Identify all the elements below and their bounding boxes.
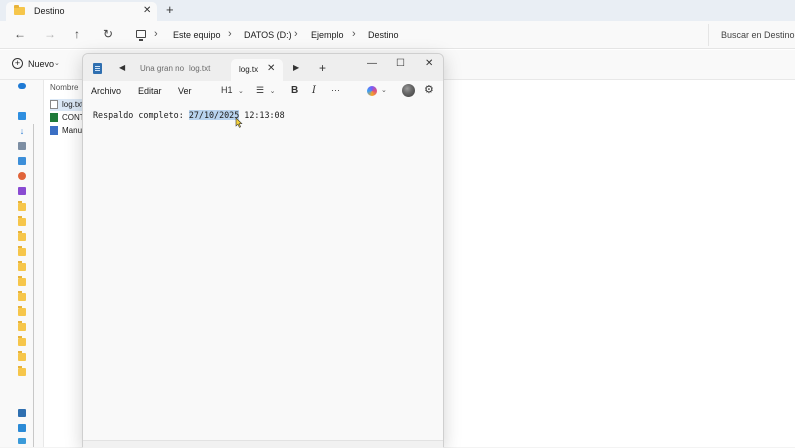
- explorer-tab-bar: Destino ✕ +: [0, 0, 795, 21]
- downloads-icon[interactable]: ↓: [18, 127, 26, 136]
- music-icon[interactable]: [18, 172, 26, 180]
- text-file-icon: [50, 100, 58, 109]
- close-tab-icon[interactable]: ✕: [267, 63, 275, 74]
- notepad-window: ◀ Una gran no log.txt log.tx ✕ ▶ + — ☐ ✕…: [82, 53, 444, 448]
- breadcrumb-este-equipo[interactable]: Este equipo: [173, 30, 221, 40]
- breadcrumb-datos[interactable]: DATOS (D:): [244, 30, 292, 40]
- minimize-icon[interactable]: —: [367, 58, 377, 69]
- heading-label: H1: [221, 85, 233, 95]
- powershell-file-icon: [50, 126, 58, 135]
- gear-icon[interactable]: ⚙: [424, 83, 434, 96]
- file-name: Manu: [62, 126, 83, 135]
- column-header-label: Nombre: [50, 83, 79, 92]
- network-icon[interactable]: [18, 424, 26, 432]
- chevron-right-icon: ›: [154, 28, 158, 40]
- folder-icon[interactable]: [18, 246, 26, 256]
- onedrive-icon[interactable]: [18, 83, 26, 89]
- editor-text-suffix: 12:13:08: [239, 110, 285, 120]
- chevron-right-icon: ›: [352, 28, 356, 40]
- breadcrumb-ejemplo[interactable]: Ejemplo: [311, 30, 344, 40]
- folder-icon[interactable]: [18, 201, 26, 211]
- chevron-down-icon: ⌄: [54, 60, 60, 67]
- notepad-title-bar: ◀ Una gran no log.txt log.tx ✕ ▶ + — ☐ ✕: [83, 54, 443, 81]
- menu-archivo[interactable]: Archivo: [91, 86, 121, 96]
- chevron-down-icon: ⌄: [238, 88, 244, 95]
- new-tab-button[interactable]: +: [319, 61, 326, 75]
- forward-icon[interactable]: →: [44, 27, 56, 41]
- address-bar[interactable]: › Este equipo › DATOS (D:) › Ejemplo › D…: [126, 24, 705, 46]
- folder-icon[interactable]: [18, 351, 26, 361]
- this-pc-icon: [136, 30, 146, 41]
- text-editor-area[interactable]: Respaldo completo: 27/10/2025 12:13:08: [83, 102, 443, 442]
- scroll-tabs-left-icon[interactable]: ◀: [119, 63, 125, 72]
- desktop-icon[interactable]: [18, 112, 26, 120]
- editor-text-prefix: Respaldo completo:: [93, 110, 189, 120]
- pictures-icon[interactable]: [18, 157, 26, 165]
- notepad-menu-bar: Archivo Editar Ver H1 ⌄ ☰ ⌄ B I ··· ⌄ ⚙: [83, 81, 443, 101]
- plus-circle-icon: +: [12, 58, 23, 69]
- search-input[interactable]: Buscar en Destino: [708, 24, 795, 46]
- up-icon[interactable]: ↑: [74, 27, 80, 41]
- folder-icon[interactable]: [18, 276, 26, 286]
- more-options-button[interactable]: ···: [331, 85, 340, 95]
- folder-icon[interactable]: [18, 366, 26, 376]
- refresh-icon[interactable]: ↻: [103, 27, 113, 41]
- explorer-address-bar-row: ← → ↑ ↻ › Este equipo › DATOS (D:) › Eje…: [0, 21, 795, 49]
- avatar[interactable]: [402, 84, 415, 97]
- menu-editar[interactable]: Editar: [138, 86, 162, 96]
- videos-icon[interactable]: [18, 187, 26, 195]
- explorer-tab-label: Destino: [34, 6, 65, 16]
- chevron-down-icon[interactable]: ⌄: [381, 86, 387, 94]
- tab-log-txt[interactable]: log.txt: [189, 64, 210, 73]
- folder-icon[interactable]: [18, 261, 26, 271]
- scroll-tabs-right-icon[interactable]: ▶: [293, 63, 299, 72]
- folder-icon[interactable]: [18, 291, 26, 301]
- documents-icon[interactable]: [18, 142, 26, 150]
- drive-icon[interactable]: [18, 438, 26, 444]
- back-icon[interactable]: ←: [14, 27, 26, 41]
- search-placeholder: Buscar en Destino: [721, 30, 795, 40]
- file-name: log.txt: [62, 100, 84, 109]
- folder-icon: [14, 5, 25, 15]
- bold-button[interactable]: B: [291, 85, 298, 96]
- tab-log-tx-active[interactable]: log.tx ✕: [231, 59, 283, 81]
- navigation-pane: ↓: [0, 80, 44, 447]
- selected-text: 27/10/2025: [188, 110, 240, 120]
- italic-button[interactable]: I: [312, 85, 316, 96]
- chevron-right-icon: ›: [294, 28, 298, 40]
- excel-file-icon: [50, 113, 58, 122]
- explorer-tab-destino[interactable]: Destino ✕: [6, 2, 157, 21]
- folder-icon[interactable]: [18, 321, 26, 331]
- breadcrumb-destino[interactable]: Destino: [368, 30, 399, 40]
- menu-ver[interactable]: Ver: [178, 86, 192, 96]
- chevron-right-icon: ›: [228, 28, 232, 40]
- tab-una-gran-no[interactable]: Una gran no: [140, 64, 184, 73]
- editor-line: Respaldo completo: 27/10/2025 12:13:08: [93, 110, 285, 120]
- navigation-scrollbar[interactable]: [33, 124, 34, 447]
- tab-label: log.tx: [239, 65, 259, 74]
- list-icon: ☰: [256, 85, 265, 95]
- folder-icon[interactable]: [18, 306, 26, 316]
- this-pc-icon[interactable]: [18, 409, 26, 417]
- close-window-icon[interactable]: ✕: [425, 58, 433, 69]
- notepad-app-icon: [93, 63, 102, 74]
- chevron-down-icon: ⌄: [269, 88, 276, 95]
- close-tab-icon[interactable]: ✕: [143, 5, 151, 16]
- folder-icon[interactable]: [18, 231, 26, 241]
- copilot-icon[interactable]: [367, 86, 377, 96]
- new-button-label: Nuevo: [28, 59, 55, 69]
- folder-icon[interactable]: [18, 216, 26, 226]
- heading-dropdown[interactable]: H1 ⌄: [221, 85, 244, 95]
- new-tab-button[interactable]: +: [166, 2, 174, 17]
- maximize-icon[interactable]: ☐: [396, 58, 405, 69]
- mouse-cursor-icon: [235, 118, 243, 128]
- folder-icon[interactable]: [18, 336, 26, 346]
- list-dropdown[interactable]: ☰ ⌄: [256, 85, 275, 96]
